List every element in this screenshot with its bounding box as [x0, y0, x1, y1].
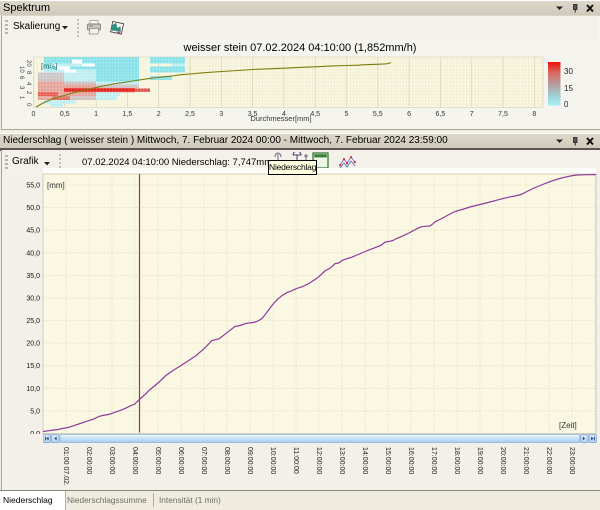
svg-text:35,0: 35,0	[26, 273, 40, 280]
svg-text:45,0: 45,0	[26, 228, 40, 235]
svg-text:10,0: 10,0	[26, 386, 40, 393]
svg-text:1: 1	[94, 111, 98, 118]
svg-text:6: 6	[407, 111, 411, 118]
svg-text:15,0: 15,0	[26, 363, 40, 370]
svg-text:1: 1	[18, 96, 24, 100]
svg-text:12:00:00: 12:00:00	[315, 447, 322, 474]
svg-text:16:00:00: 16:00:00	[407, 447, 414, 474]
svg-text:4: 4	[25, 82, 31, 86]
svg-text:2: 2	[157, 111, 161, 118]
svg-text:13:00:00: 13:00:00	[338, 447, 345, 474]
svg-text:7,5: 7,5	[498, 111, 508, 118]
svg-text:05:00:00: 05:00:00	[154, 447, 161, 474]
svg-text:5: 5	[345, 111, 349, 118]
svg-text:15: 15	[564, 84, 573, 93]
svg-text:[Zeit]: [Zeit]	[559, 421, 577, 430]
svg-text:10:00:00: 10:00:00	[269, 447, 276, 474]
svg-text:0: 0	[25, 103, 31, 107]
svg-text:5,5: 5,5	[373, 111, 383, 118]
svg-text:8: 8	[532, 111, 536, 118]
svg-text:10: 10	[18, 66, 24, 73]
svg-text:[m/s]: [m/s]	[41, 62, 57, 71]
svg-text:07:00:00: 07:00:00	[200, 447, 207, 474]
svg-text:40,0: 40,0	[26, 250, 40, 257]
svg-text:23:00:00: 23:00:00	[568, 447, 575, 474]
svg-text:15:00:00: 15:00:00	[384, 447, 391, 474]
svg-text:0: 0	[32, 111, 36, 118]
svg-text:50,0: 50,0	[26, 205, 40, 212]
svg-text:3: 3	[18, 86, 24, 90]
svg-text:8: 8	[25, 71, 31, 75]
svg-text:20:00:00: 20:00:00	[499, 447, 506, 474]
svg-text:17:00:00: 17:00:00	[430, 447, 437, 474]
svg-text:0,0: 0,0	[30, 431, 40, 434]
svg-text:6: 6	[18, 76, 24, 80]
svg-text:0: 0	[564, 100, 569, 109]
svg-text:6,5: 6,5	[436, 111, 446, 118]
svg-text:22:00:00: 22:00:00	[545, 447, 552, 474]
svg-text:0,5: 0,5	[60, 111, 70, 118]
svg-text:7: 7	[470, 111, 474, 118]
svg-text:04:00:00: 04:00:00	[131, 447, 138, 474]
svg-text:30: 30	[564, 67, 573, 76]
svg-text:01:00 07.02.: 01:00 07.02.	[62, 447, 69, 486]
svg-text:11:00:00: 11:00:00	[292, 447, 299, 474]
svg-text:30,0: 30,0	[26, 296, 40, 303]
svg-text:55,0: 55,0	[26, 183, 40, 190]
svg-text:25,0: 25,0	[26, 318, 40, 325]
svg-text:08:00:00: 08:00:00	[223, 447, 230, 474]
svg-text:2: 2	[25, 91, 31, 95]
svg-text:06:00:00: 06:00:00	[177, 447, 184, 474]
svg-text:20: 20	[25, 60, 31, 67]
svg-text:21:00:00: 21:00:00	[522, 447, 529, 474]
svg-text:14:00:00: 14:00:00	[361, 447, 368, 474]
svg-text:18:00:00: 18:00:00	[453, 447, 460, 474]
svg-text:19:00:00: 19:00:00	[476, 447, 483, 474]
svg-text:20,0: 20,0	[26, 341, 40, 348]
svg-text:1,5: 1,5	[123, 111, 133, 118]
svg-text:4,5: 4,5	[310, 111, 320, 118]
svg-text:2,5: 2,5	[185, 111, 195, 118]
svg-text:[mm]: [mm]	[47, 181, 65, 190]
svg-text:02:00:00: 02:00:00	[85, 447, 92, 474]
svg-text:5,0: 5,0	[30, 408, 40, 415]
svg-text:3: 3	[219, 111, 223, 118]
svg-text:03:00:00: 03:00:00	[108, 447, 115, 474]
svg-text:09:00:00: 09:00:00	[246, 447, 253, 474]
svg-text:Durchmesser[mm]: Durchmesser[mm]	[250, 114, 311, 123]
